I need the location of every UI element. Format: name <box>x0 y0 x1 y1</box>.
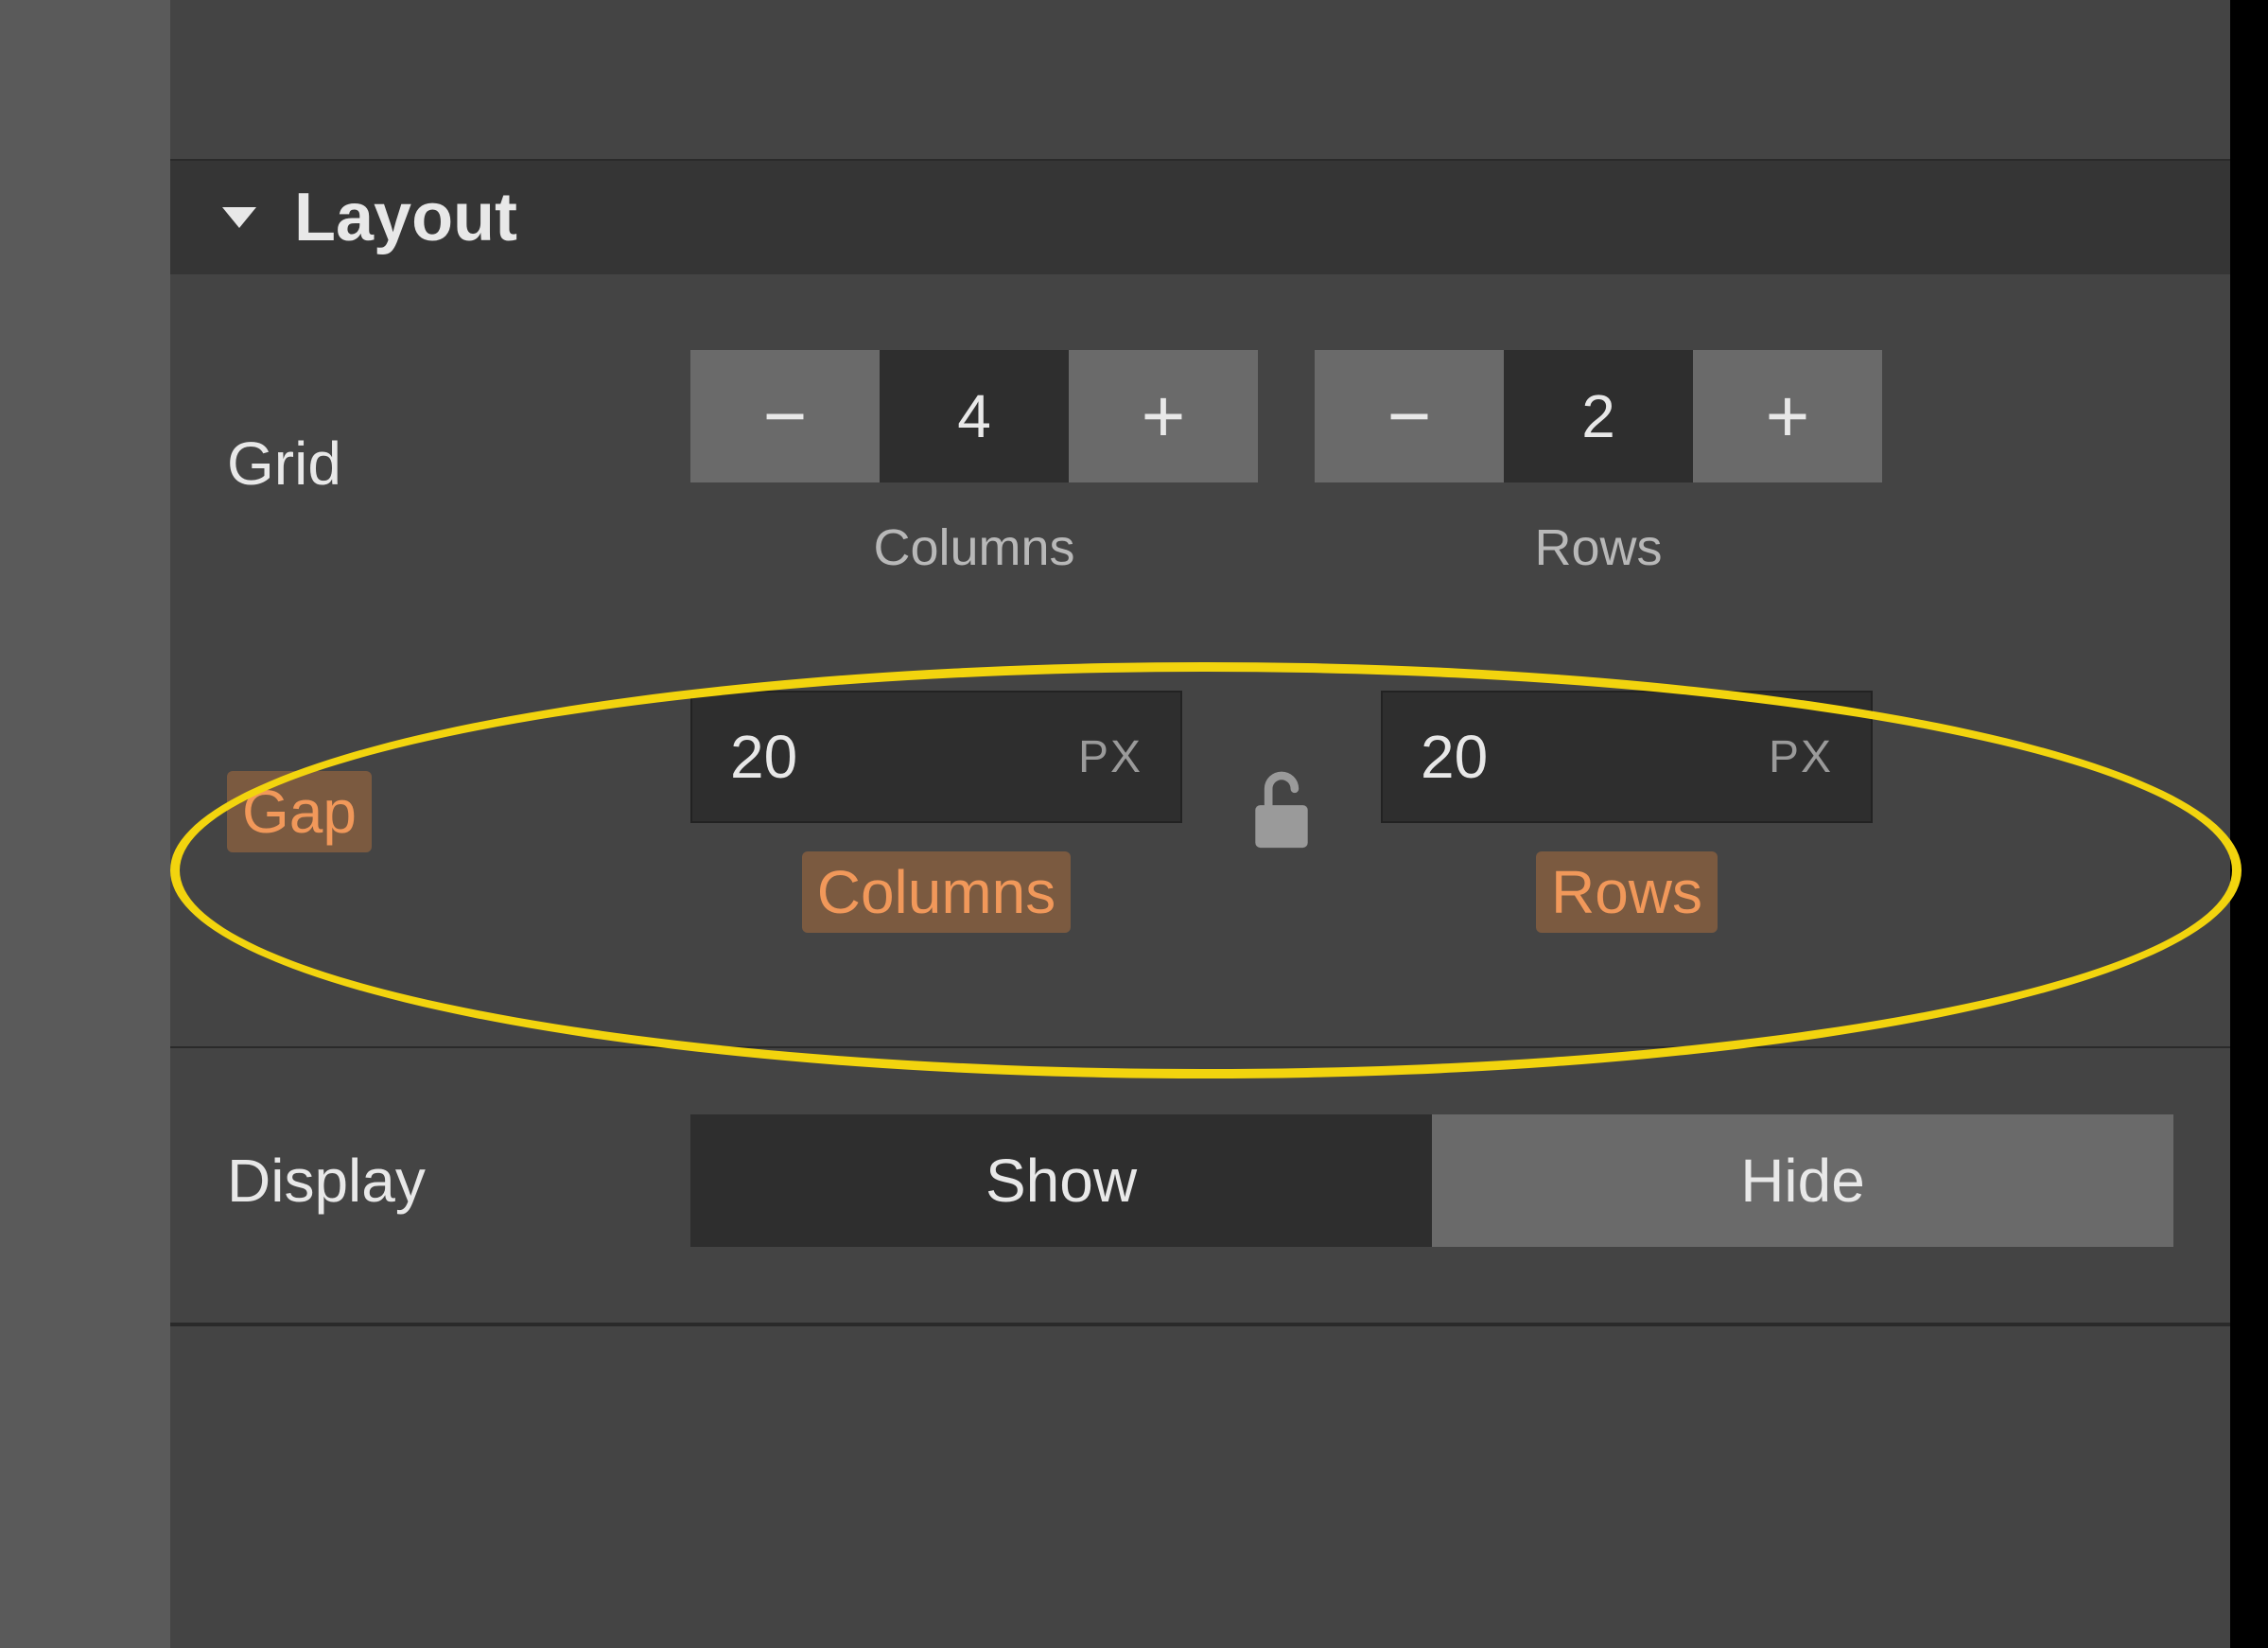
left-edge-strip <box>0 0 170 1648</box>
section-body: Grid − 4 + Columns − 2 <box>170 274 2230 1326</box>
grid-columns-stepper: − 4 + <box>690 350 1258 482</box>
gap-columns-value: 20 <box>730 722 797 792</box>
grid-columns-caption: Columns <box>873 518 1074 577</box>
gap-label: Gap <box>242 778 357 846</box>
display-label: Display <box>227 1146 690 1216</box>
gap-columns-unit[interactable]: PX <box>1078 731 1143 783</box>
gap-rows-caption: Rows <box>1551 858 1702 926</box>
layout-panel: Layout Grid − 4 + Columns <box>170 0 2230 1648</box>
collapse-triangle-icon[interactable] <box>222 207 256 228</box>
section-header[interactable]: Layout <box>170 161 2230 274</box>
grid-columns-col: − 4 + Columns <box>690 350 1258 577</box>
grid-row: Grid − 4 + Columns − 2 <box>170 350 2230 577</box>
gap-row: Gap 20 PX Columns <box>170 691 2230 933</box>
display-hide-button[interactable]: Hide <box>1432 1114 2173 1247</box>
grid-columns-decrement-button[interactable]: − <box>690 350 880 482</box>
section-divider <box>170 1046 2230 1048</box>
gap-columns-col: 20 PX Columns <box>690 691 1182 933</box>
grid-rows-value[interactable]: 2 <box>1504 350 1693 482</box>
grid-stepper-group: − 4 + Columns − 2 + Rows <box>690 350 2173 577</box>
gap-rows-caption-highlight: Rows <box>1536 851 1718 933</box>
grid-columns-value[interactable]: 4 <box>880 350 1069 482</box>
unlock-icon <box>1248 769 1315 854</box>
gap-columns-caption: Columns <box>817 858 1056 926</box>
gap-columns-caption-highlight: Columns <box>802 851 1072 933</box>
gap-columns-input[interactable]: 20 PX <box>690 691 1182 823</box>
gap-rows-unit[interactable]: PX <box>1769 731 1833 783</box>
viewport: Layout Grid − 4 + Columns <box>0 0 2268 1648</box>
grid-rows-col: − 2 + Rows <box>1315 350 1882 577</box>
display-row: Display Show Hide <box>170 1114 2230 1247</box>
grid-rows-stepper: − 2 + <box>1315 350 1882 482</box>
grid-label: Grid <box>227 429 690 499</box>
gap-label-wrap: Gap <box>227 771 690 852</box>
gap-rows-value: 20 <box>1421 722 1488 792</box>
grid-rows-decrement-button[interactable]: − <box>1315 350 1504 482</box>
display-toggle-group: Show Hide <box>690 1114 2173 1247</box>
grid-rows-increment-button[interactable]: + <box>1693 350 1882 482</box>
gap-label-highlight: Gap <box>227 771 372 852</box>
section-title: Layout <box>294 179 517 256</box>
section-bottom-divider <box>170 1323 2230 1326</box>
display-show-button[interactable]: Show <box>690 1114 1432 1247</box>
gap-group: 20 PX Columns <box>690 691 2173 933</box>
grid-columns-increment-button[interactable]: + <box>1069 350 1258 482</box>
gap-rows-col: 20 PX Rows <box>1381 691 1873 933</box>
panel-top-spacer <box>170 0 2230 161</box>
gap-lock-toggle[interactable] <box>1234 769 1329 854</box>
grid-rows-caption: Rows <box>1534 518 1662 577</box>
gap-rows-input[interactable]: 20 PX <box>1381 691 1873 823</box>
